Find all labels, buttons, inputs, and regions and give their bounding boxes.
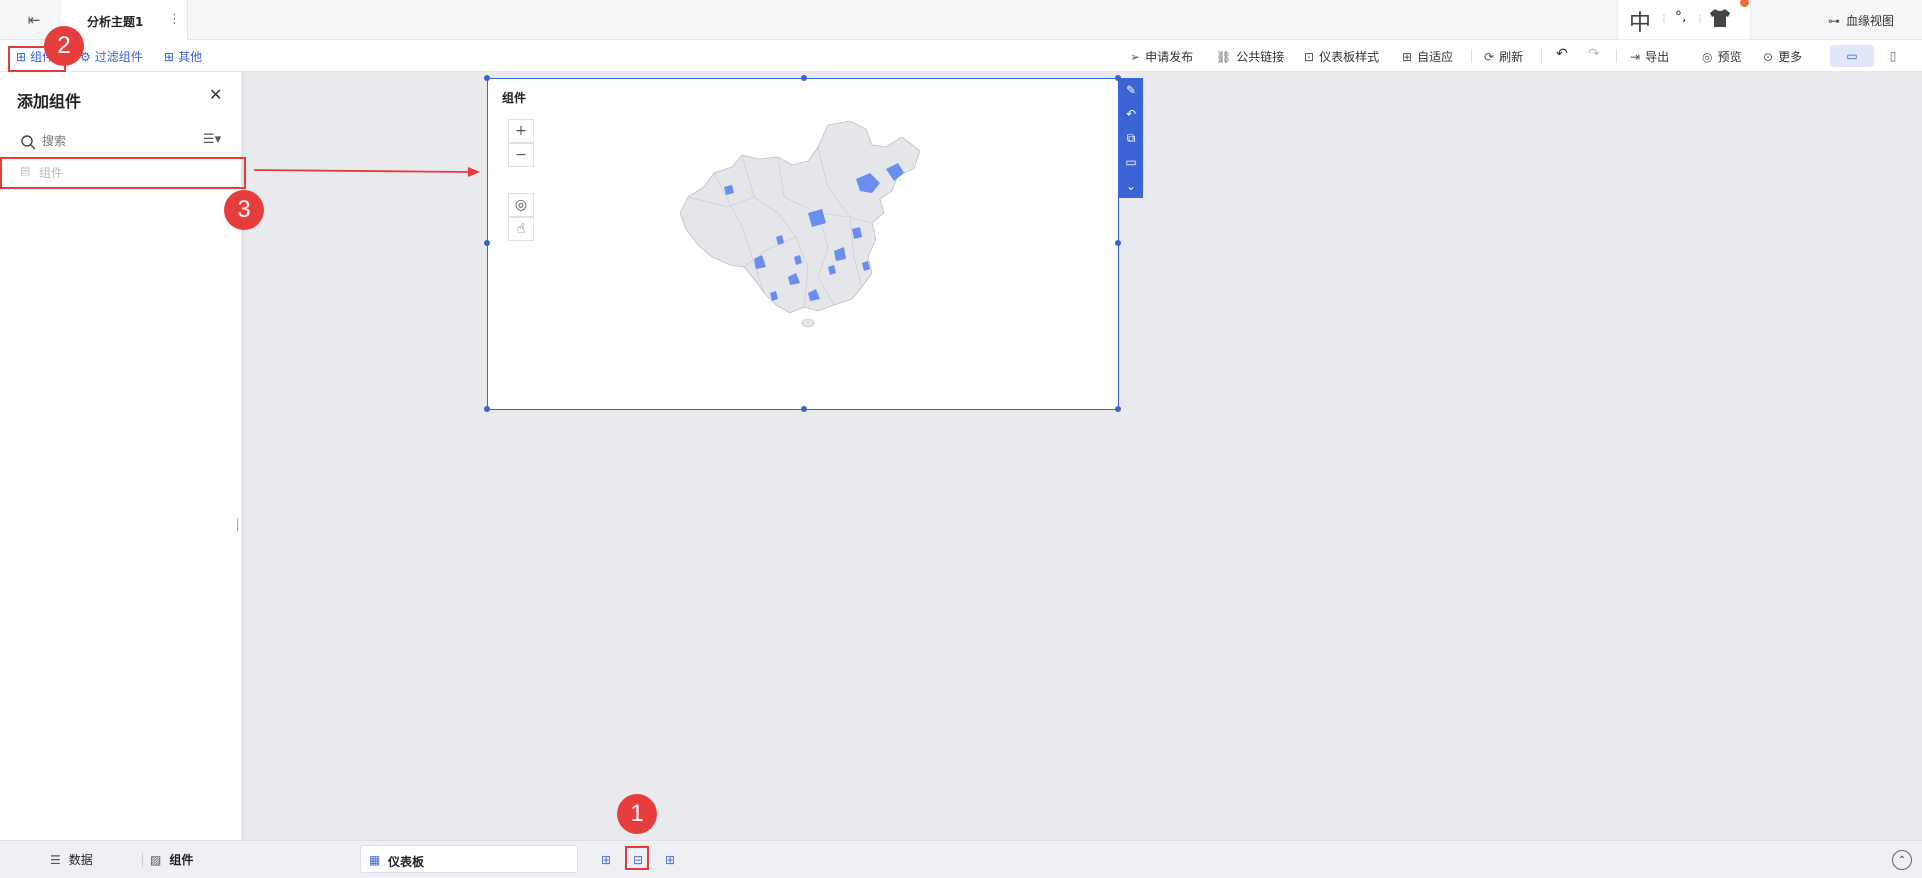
resize-handle-bl[interactable] [484,406,490,412]
collapse-up-icon[interactable]: ⌃ [1892,850,1912,870]
tab-dashboard-label: 仪表板 [388,855,425,869]
preview-button[interactable]: ◎ 预览 [1702,48,1742,65]
ime-chinese-mode[interactable]: 中 [1629,5,1651,37]
tab-data[interactable]: ☰ 数据 [50,851,93,868]
more-icon: ⊙ [1763,49,1774,64]
tab-divider [142,853,143,867]
zoom-in-button[interactable]: + [508,119,534,143]
toolbar-divider [1471,49,1472,63]
public-link-label: 公共链接 [1236,50,1285,64]
undo-widget-icon[interactable]: ↶ [1119,102,1143,126]
export-label: 导出 [1645,50,1670,64]
send-icon: ➢ [1130,49,1141,64]
lineage-view-button[interactable]: ⊶ 血缘视图 [1828,12,1894,29]
zoom-out-button[interactable]: − [508,143,534,167]
close-icon[interactable]: ✕ [209,85,222,104]
more-label: 更多 [1778,50,1803,64]
undo-icon[interactable]: ↶ [1556,46,1568,62]
ime-separator: ⁞ [1698,12,1702,26]
resize-handle-left[interactable] [484,240,490,246]
annotation-arrow [254,167,480,177]
comment-icon[interactable]: ▭ [1119,150,1143,174]
filter-component-label: 过滤组件 [94,50,143,64]
filter-component-button[interactable]: ⚙ 过滤组件 [80,48,143,65]
toolbar-divider [1616,49,1617,63]
search-input[interactable] [42,130,192,152]
map-select-icon[interactable]: ◎ [508,193,534,217]
search-icon [21,135,36,150]
mobile-icon[interactable]: ▯ [1882,45,1904,67]
export-button[interactable]: ⇥ 导出 [1630,48,1669,65]
ime-punctuation-mode[interactable]: °, [1675,9,1686,25]
toolbar: ⊞ 组件 ⚙ 过滤组件 ⊞ 其他 ➢ 申请发布 ⛓ 公共链接 ⊡ 仪表板样式 ⊞… [0,40,1922,72]
other-button[interactable]: ⊞ 其他 [164,48,202,65]
toolbar-divider [1541,49,1542,63]
back-icon[interactable]: ⇤ [22,10,46,30]
bottom-bar: ☰ 数据 ▨ 组件 ▦ 仪表板 ⊞ ⊟ ⊞ ⌃ [0,840,1922,878]
tab-data-label: 数据 [68,853,93,867]
ime-toolbar: 中 ⁞ °, ⁞ [1617,0,1751,40]
widget-title: 组件 [502,91,527,105]
adaptive-label: 自适应 [1417,50,1454,64]
resize-handle-bottom[interactable] [801,406,807,412]
widget-action-bar: ✎ ↶ ⧉ ▭ ⌄ [1119,78,1143,198]
sort-filter-icon[interactable]: ☰▾ [203,132,221,147]
resize-handle-br[interactable] [1115,406,1121,412]
copy-icon[interactable]: ⧉ [1119,126,1143,150]
skin-shirt-icon[interactable] [1708,8,1732,28]
database-icon: ☰ [50,852,61,867]
add-report-icon[interactable]: ⊞ [661,851,679,869]
apply-publish-label: 申请发布 [1145,50,1194,64]
refresh-label: 刷新 [1499,50,1524,64]
tab-component-label: 组件 [169,853,194,867]
panel-resize-handle[interactable]: ⁞ ⁞ [236,518,239,534]
annotation-number-3: 3 [224,190,264,230]
link-icon: ⛓ [1216,49,1232,64]
device-toggle: ▭ ▯ [1830,45,1906,67]
hand-pan-icon[interactable]: ☝ [508,217,534,241]
annotation-number-2: 2 [44,26,84,66]
dashboard-style-label: 仪表板样式 [1319,50,1380,64]
resize-handle-right[interactable] [1115,240,1121,246]
more-chevron-icon[interactable]: ⌄ [1119,174,1143,198]
dashboard-style-button[interactable]: ⊡ 仪表板样式 [1304,48,1379,65]
export-icon: ⇥ [1630,49,1641,64]
tab-more-icon[interactable]: ⋮ [168,12,181,27]
lineage-icon: ⊶ [1828,13,1840,28]
other-label: 其他 [178,50,203,64]
redo-icon[interactable]: ↷ [1588,46,1600,62]
ime-separator: ⁞ [1662,12,1666,26]
chart-icon: ▨ [150,852,162,867]
apply-publish-button[interactable]: ➢ 申请发布 [1130,48,1193,65]
map-region-outline [679,120,921,314]
top-bar: ⇤ 分析主题1 ⋮ 中 ⁞ °, ⁞ ⊶ 血缘视图 [0,0,1922,40]
resize-handle-tl[interactable] [484,75,490,81]
analysis-tab-title: 分析主题1 [87,15,144,29]
add-component-tab-icon[interactable]: ⊞ [597,851,615,869]
china-map[interactable] [658,117,958,337]
preview-icon: ◎ [1702,49,1713,64]
panel-title: 添加组件 [17,92,82,111]
dashboard-icon: ▦ [369,853,381,867]
annotation-box-3 [0,157,246,189]
style-icon: ⊡ [1304,49,1315,64]
other-icon: ⊞ [164,49,175,64]
lineage-view-label: 血缘视图 [1846,14,1895,28]
annotation-box-1 [625,846,649,870]
preview-label: 预览 [1717,50,1742,64]
refresh-button[interactable]: ⟳ 刷新 [1484,48,1523,65]
refresh-icon: ⟳ [1484,49,1495,64]
map-widget[interactable]: 组件 + − ◎ ☝ [484,75,1121,412]
more-button[interactable]: ⊙ 更多 [1763,48,1802,65]
adaptive-icon: ⊞ [1402,49,1413,64]
desktop-icon[interactable]: ▭ [1830,45,1874,67]
public-link-button[interactable]: ⛓ 公共链接 [1216,48,1284,65]
annotation-number-1: 1 [617,794,657,834]
tab-dashboard[interactable]: ▦ 仪表板 [360,845,578,873]
resize-handle-top[interactable] [801,75,807,81]
tab-component[interactable]: ▨ 组件 [150,851,193,868]
notification-dot [1740,0,1749,7]
adaptive-button[interactable]: ⊞ 自适应 [1402,48,1453,65]
edit-icon[interactable]: ✎ [1119,78,1143,102]
